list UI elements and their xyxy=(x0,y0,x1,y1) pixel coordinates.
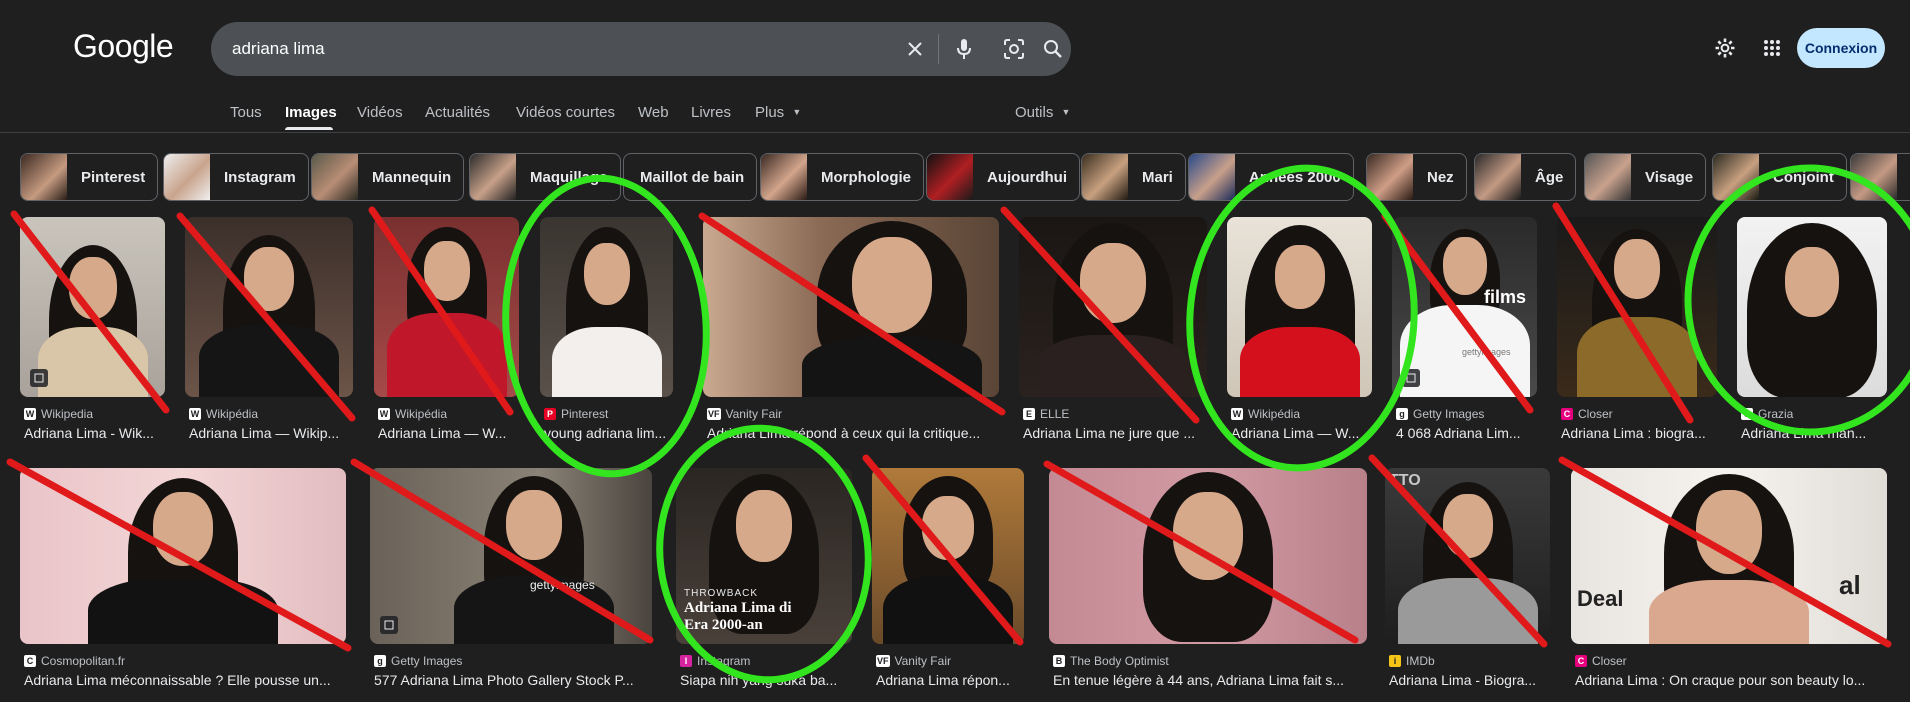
wikipedia-favicon-icon: W xyxy=(1231,408,1243,420)
result-title[interactable]: Adriana Lima — Wikip... xyxy=(189,425,357,441)
result-source: W Wikipédia xyxy=(378,407,448,421)
result-thumbnail[interactable]: films gettyimages xyxy=(1392,217,1537,397)
result-source: g Getty Images xyxy=(374,654,462,668)
result-source: VF Vanity Fair xyxy=(876,654,951,668)
result-source: G Grazia xyxy=(1741,407,1793,421)
image-badge-icon xyxy=(1402,369,1420,387)
result-thumbnail[interactable]: THROWBACK Adriana Lima di Era 2000-an xyxy=(676,468,852,644)
result-title[interactable]: 4 068 Adriana Lim... xyxy=(1396,425,1541,441)
result-title[interactable]: 577 Adriana Lima Photo Gallery Stock P..… xyxy=(374,672,656,688)
result-source: VF Vanity Fair xyxy=(707,407,782,421)
instagram-favicon-icon: I xyxy=(680,655,692,667)
body-optimist-favicon-icon: B xyxy=(1053,655,1065,667)
result-title[interactable]: Adriana Lima ne jure que ... xyxy=(1023,425,1211,441)
result-source: C Cosmopolitan.fr xyxy=(24,654,125,668)
result-source: W Wikipédia xyxy=(1231,407,1301,421)
cosmopolitan-favicon-icon: C xyxy=(24,655,36,667)
result-source: P Pinterest xyxy=(544,407,608,421)
result-source: E ELLE xyxy=(1023,407,1069,421)
watermark-text: gettyimages xyxy=(530,578,595,592)
vanity-fair-favicon-icon: VF xyxy=(707,408,721,420)
result-title[interactable]: Adriana Lima : biogra... xyxy=(1561,425,1721,441)
result-source: I Instagram xyxy=(680,654,750,668)
result-thumbnail[interactable]: Deal al xyxy=(1571,468,1887,644)
vanity-fair-favicon-icon: VF xyxy=(876,655,890,667)
result-title[interactable]: Adriana Lima man... xyxy=(1741,425,1891,441)
result-thumbnail[interactable] xyxy=(1227,217,1372,397)
result-source: C Closer xyxy=(1561,407,1613,421)
result-thumbnail[interactable] xyxy=(20,217,165,397)
result-title[interactable]: Adriana Lima - Wik... xyxy=(24,425,169,441)
result-thumbnail[interactable] xyxy=(540,217,673,397)
result-thumbnail[interactable] xyxy=(374,217,519,397)
result-title[interactable]: Adriana Lima : On craque pour son beauty… xyxy=(1575,672,1891,688)
backdrop-text: Deal xyxy=(1577,586,1624,611)
result-thumbnail[interactable]: TTO xyxy=(1385,468,1550,644)
result-thumbnail[interactable] xyxy=(1019,217,1207,397)
wikipedia-favicon-icon: W xyxy=(378,408,390,420)
result-thumbnail[interactable] xyxy=(20,468,346,644)
imdb-favicon-icon: i xyxy=(1389,655,1401,667)
throwback-label: THROWBACK xyxy=(684,588,758,599)
image-badge-icon xyxy=(30,369,48,387)
watermark-text: gettyimages xyxy=(1462,347,1511,357)
result-title[interactable]: Adriana Lima - Biogra... xyxy=(1389,672,1554,688)
getty-favicon-icon: g xyxy=(1396,408,1408,420)
result-thumbnail[interactable] xyxy=(703,217,999,397)
closer-favicon-icon: C xyxy=(1561,408,1573,420)
result-title[interactable]: Adriana Lima méconnaissable ? Elle pouss… xyxy=(24,672,350,688)
result-source: B The Body Optimist xyxy=(1053,654,1169,668)
backdrop-text: TTO xyxy=(1389,472,1421,489)
result-thumbnail[interactable] xyxy=(1737,217,1887,397)
elle-favicon-icon: E xyxy=(1023,408,1035,420)
result-title[interactable]: Adriana Lima — W... xyxy=(378,425,523,441)
result-thumbnail[interactable]: gettyimages xyxy=(370,468,652,644)
pinterest-favicon-icon: P xyxy=(544,408,556,420)
wikipedia-favicon-icon: W xyxy=(189,408,201,420)
result-title[interactable]: Adriana Lima répon... xyxy=(876,672,1028,688)
result-thumbnail[interactable] xyxy=(185,217,353,397)
backdrop-text: al xyxy=(1839,570,1861,600)
result-source: i IMDb xyxy=(1389,654,1435,668)
image-badge-icon xyxy=(380,616,398,634)
grazia-favicon-icon: G xyxy=(1741,408,1753,420)
result-title[interactable]: En tenue légère à 44 ans, Adriana Lima f… xyxy=(1053,672,1371,688)
overlay-title: Adriana Lima di Era 2000-an xyxy=(684,600,792,633)
result-source: W Wikipedia xyxy=(24,407,94,421)
result-thumbnail[interactable] xyxy=(1049,468,1367,644)
getty-favicon-icon: g xyxy=(374,655,386,667)
result-title[interactable]: Siapa nih yang suka ba... xyxy=(680,672,856,688)
result-thumbnail[interactable] xyxy=(872,468,1024,644)
result-source: g Getty Images xyxy=(1396,407,1484,421)
image-results-grid: W Wikipedia Adriana Lima - Wik... W Wikipé… xyxy=(0,0,1910,702)
result-title[interactable]: young adriana lim... xyxy=(544,425,677,441)
result-thumbnail[interactable] xyxy=(1557,217,1717,397)
result-source: C Closer xyxy=(1575,654,1627,668)
result-title[interactable]: Adriana Lima répond à ceux qui la critiq… xyxy=(707,425,1003,441)
closer-favicon-icon: C xyxy=(1575,655,1587,667)
films-text: films xyxy=(1484,287,1527,307)
result-title[interactable]: Adriana Lima — W... xyxy=(1231,425,1376,441)
result-source: W Wikipédia xyxy=(189,407,259,421)
wikipedia-favicon-icon: W xyxy=(24,408,36,420)
